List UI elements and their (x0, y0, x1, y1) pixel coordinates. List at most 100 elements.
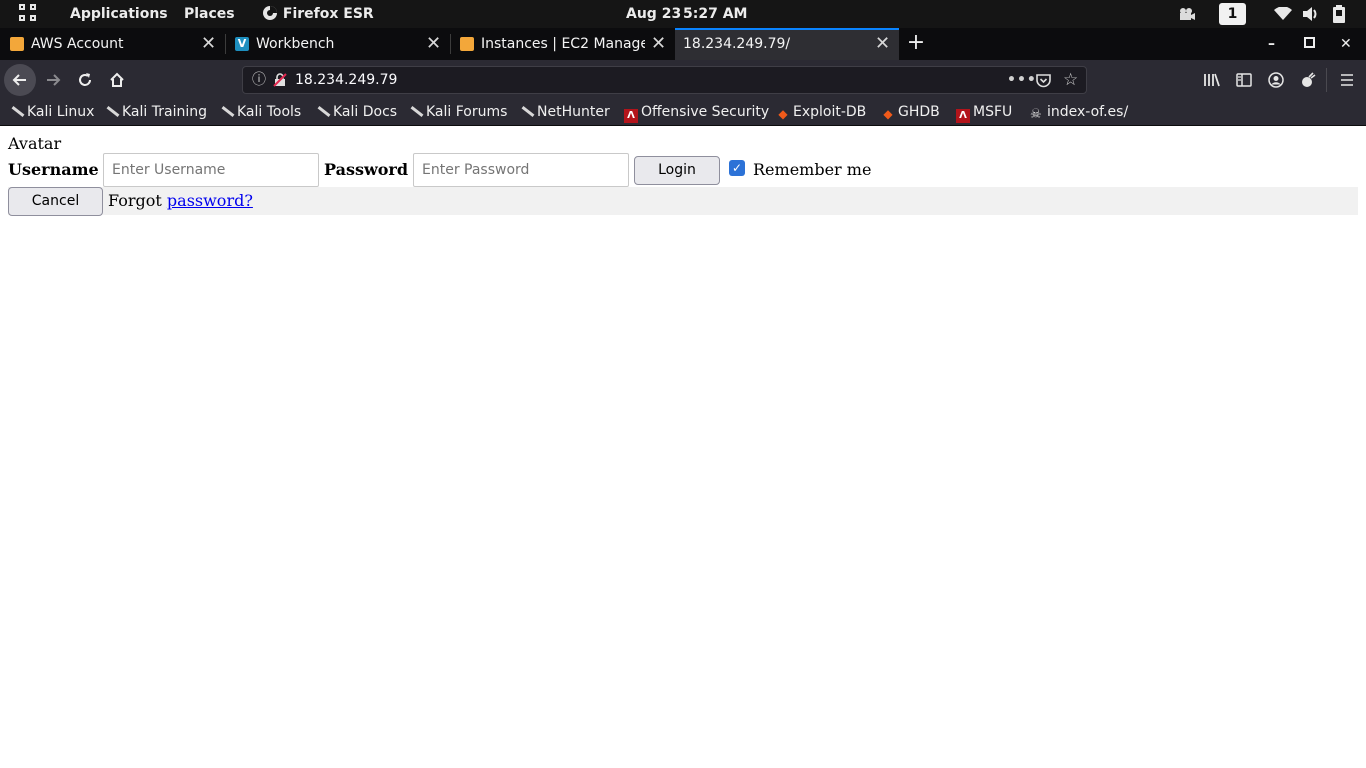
tab-strip: AWS Account ✕ V Workbench ✕ Instances | … (0, 28, 1366, 60)
bookmark-ghdb[interactable]: ◆ GHDB (881, 100, 940, 125)
close-window-button[interactable]: ✕ (1340, 28, 1354, 60)
bookmarks-toolbar: Kali Linux Kali Training Kali Tools Kali… (0, 100, 1366, 126)
bookmark-label: Kali Tools (237, 104, 302, 120)
info-icon[interactable]: ⓘ (252, 67, 266, 93)
forward-button[interactable] (37, 64, 69, 96)
tab-title: AWS Account (31, 36, 124, 52)
kali-dragon-icon (10, 104, 24, 118)
forgot-password-text: Forgot password? (108, 191, 253, 210)
bookmark-offensive-security[interactable]: Ʌ Offensive Security (624, 100, 769, 125)
aws-box-icon (10, 37, 24, 51)
sidebar-icon[interactable] (1236, 72, 1252, 88)
active-app-name: Firefox ESR (282, 6, 374, 22)
kali-dragon-icon (105, 104, 119, 118)
kali-dragon-icon (520, 104, 534, 118)
tab-ec2-instances[interactable]: Instances | EC2 Management ✕ (450, 28, 675, 60)
tab-title: 18.234.249.79/ (683, 36, 791, 52)
close-tab-icon[interactable]: ✕ (201, 28, 216, 60)
workbench-v-icon: V (235, 37, 249, 51)
minimize-button[interactable]: – (1268, 28, 1284, 60)
bookmark-msfu[interactable]: Ʌ MSFU (956, 100, 1012, 125)
bookmark-nethunter[interactable]: NetHunter (520, 100, 610, 125)
bookmark-kali-tools[interactable]: Kali Tools (220, 100, 301, 125)
close-tab-icon[interactable]: ✕ (426, 28, 441, 60)
pocket-icon[interactable] (1036, 73, 1051, 88)
wifi-icon[interactable] (1274, 7, 1292, 21)
login-button[interactable]: Login (634, 156, 720, 185)
page-actions-icon[interactable]: ••• (1007, 67, 1037, 93)
bookmark-label: Kali Forums (426, 104, 508, 120)
reload-icon (79, 73, 91, 86)
bookmark-label: Kali Linux (27, 104, 95, 120)
password-input[interactable] (413, 153, 629, 187)
offsec-icon: Ʌ (956, 109, 970, 123)
cancel-button[interactable]: Cancel (8, 187, 103, 216)
app-grid-icon[interactable] (19, 4, 39, 24)
forgot-prefix: Forgot (108, 191, 162, 210)
places-menu[interactable]: Places (184, 0, 235, 28)
exploit-db-icon: ◆ (778, 107, 788, 121)
aws-box-icon (460, 37, 474, 51)
account-icon[interactable] (1268, 72, 1284, 88)
firefox-icon (263, 6, 277, 20)
home-icon (110, 72, 124, 87)
kali-dragon-icon (316, 104, 330, 118)
clock-label[interactable]: 5:27 AM (683, 0, 747, 28)
system-top-bar: Applications Places Firefox ESR Aug 23 5… (0, 0, 1366, 28)
tab-title: Workbench (256, 36, 335, 52)
maximize-button[interactable] (1304, 37, 1315, 48)
forgot-password-link[interactable]: password? (167, 191, 253, 210)
kali-dragon-icon (409, 104, 423, 118)
bookmark-label: Kali Training (122, 104, 207, 120)
bookmark-exploit-db[interactable]: ◆ Exploit-DB (776, 100, 866, 125)
tab-aws-account[interactable]: AWS Account ✕ (0, 28, 225, 60)
hamburger-menu-icon[interactable] (1339, 73, 1355, 87)
bookmark-label: GHDB (898, 104, 940, 120)
close-tab-icon[interactable]: ✕ (875, 30, 890, 58)
avatar-alt-text: Avatar (8, 134, 62, 153)
kali-dragon-icon (220, 104, 234, 118)
applications-menu[interactable]: Applications (70, 0, 168, 28)
forward-arrow-icon (47, 74, 61, 86)
bookmark-label: Kali Docs (333, 104, 398, 120)
navigation-toolbar: ⓘ 18.234.249.79 ••• ☆ (0, 60, 1366, 100)
bookmark-kali-training[interactable]: Kali Training (105, 100, 207, 125)
password-label: Password (324, 160, 409, 179)
volume-icon[interactable] (1302, 6, 1320, 22)
video-camera-icon[interactable] (1178, 6, 1196, 22)
new-tab-button[interactable]: + (905, 28, 927, 60)
insecure-lock-icon[interactable] (273, 73, 287, 87)
bookmark-label: NetHunter (537, 104, 610, 120)
active-app-menu[interactable]: Firefox ESR (262, 0, 374, 28)
library-icon[interactable] (1203, 72, 1221, 88)
extension-icon[interactable] (1300, 72, 1316, 88)
reload-button[interactable] (69, 64, 101, 96)
bookmark-label: MSFU (973, 104, 1013, 120)
toolbar-separator (1326, 68, 1327, 92)
battery-icon[interactable] (1332, 5, 1346, 23)
remember-me-label: Remember me (753, 160, 872, 179)
bookmark-label: index-of.es/ (1047, 104, 1129, 120)
remember-me-checkbox[interactable]: ✓ (729, 160, 745, 176)
url-text[interactable]: 18.234.249.79 (295, 67, 397, 93)
close-tab-icon[interactable]: ✕ (651, 28, 666, 60)
url-bar[interactable]: ⓘ 18.234.249.79 ••• ☆ (242, 66, 1087, 94)
username-input[interactable] (103, 153, 319, 187)
home-button[interactable] (101, 64, 133, 96)
tab-workbench[interactable]: V Workbench ✕ (225, 28, 450, 60)
workspace-indicator[interactable]: 1 (1219, 3, 1246, 25)
bookmark-kali-forums[interactable]: Kali Forums (409, 100, 507, 125)
back-button[interactable] (4, 64, 36, 96)
bookmark-kali-docs[interactable]: Kali Docs (316, 100, 397, 125)
date-label[interactable]: Aug 23 (626, 0, 681, 28)
bookmark-index-of[interactable]: ☠ index-of.es/ (1030, 100, 1128, 125)
page-content: Avatar Username Password Login ✓ Remembe… (0, 127, 1366, 768)
tab-current-site[interactable]: 18.234.249.79/ ✕ (675, 28, 899, 60)
offsec-icon: Ʌ (624, 109, 638, 123)
exploit-db-icon: ◆ (883, 107, 893, 121)
bookmark-star-icon[interactable]: ☆ (1063, 67, 1078, 93)
bookmark-kali-linux[interactable]: Kali Linux (10, 100, 94, 125)
back-arrow-icon (12, 74, 26, 86)
username-label: Username (8, 160, 99, 179)
skull-icon: ☠ (1030, 107, 1042, 122)
